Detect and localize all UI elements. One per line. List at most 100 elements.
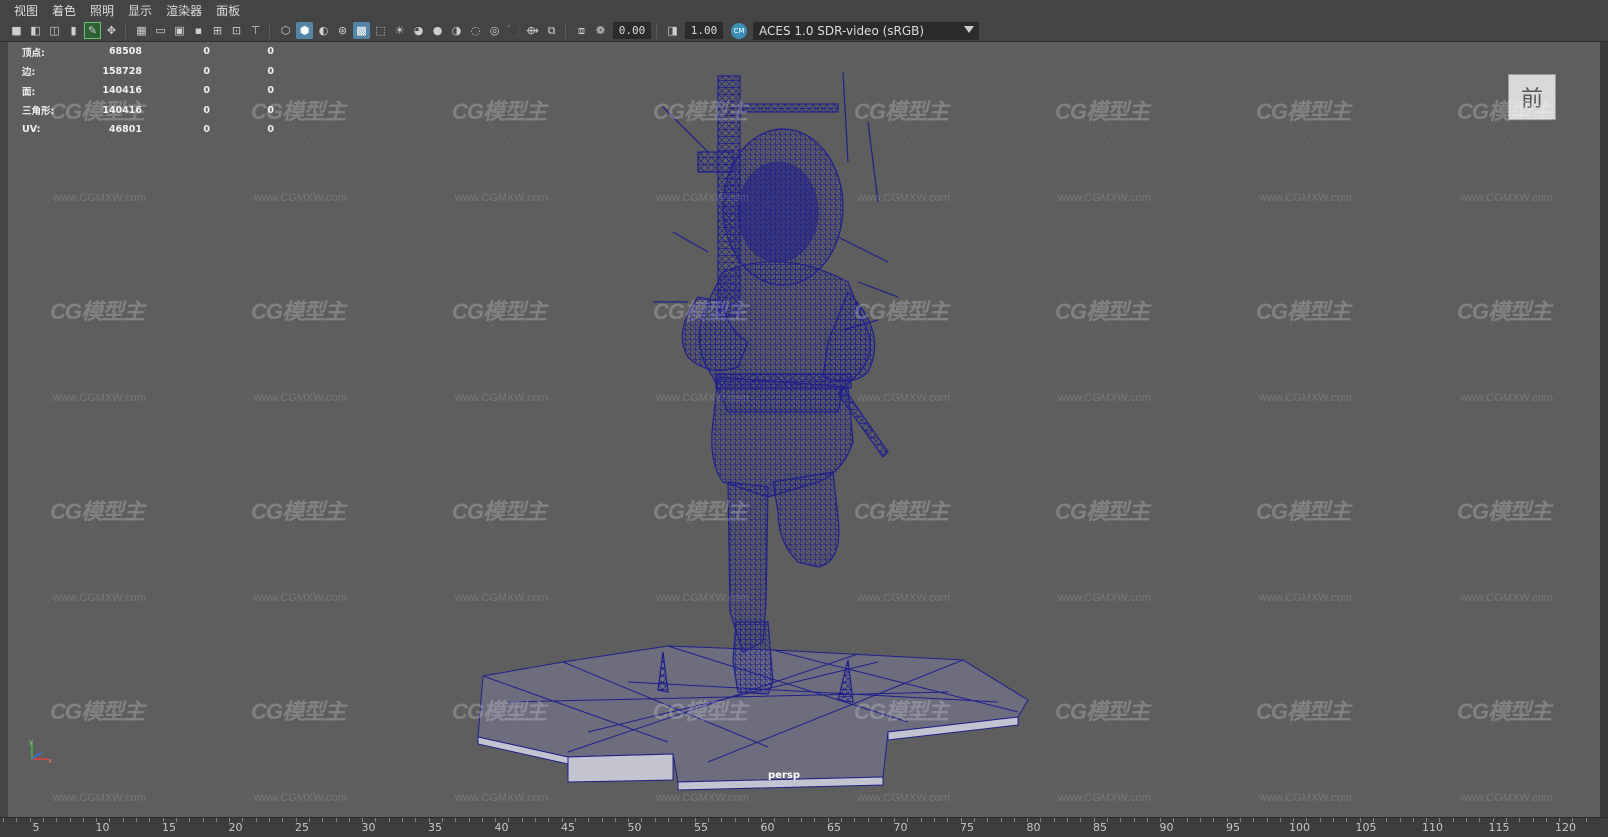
bookmark-icon[interactable]: ◫ xyxy=(46,22,63,39)
backface-icon[interactable]: ⧈ xyxy=(573,22,590,39)
watermark-url: www.CGMXW.com xyxy=(53,192,146,204)
frame-tick xyxy=(801,818,802,822)
watermark-url: www.CGMXW.com xyxy=(1058,192,1151,204)
menu-item-3[interactable]: 显示 xyxy=(128,2,152,19)
frame-tick xyxy=(402,818,403,822)
toolbar-separator xyxy=(565,22,571,39)
watermark-url: www.CGMXW.com xyxy=(1460,592,1553,604)
watermark-url: www.CGMXW.com xyxy=(455,192,548,204)
textured-icon[interactable]: ⬚ xyxy=(372,22,389,39)
watermark-url: www.CGMXW.com xyxy=(455,592,548,604)
watermark-url: www.CGMXW.com xyxy=(254,792,347,804)
image-plane-icon[interactable]: ▮ xyxy=(65,22,82,39)
xray-active-icon[interactable]: ⧉ xyxy=(543,22,560,39)
frame-tick xyxy=(1412,818,1414,822)
xray-icon[interactable]: ▩ xyxy=(353,22,370,39)
frame-tick xyxy=(907,818,909,822)
viewport-persp[interactable]: 顶点: 68508 0 0 边: 158728 0 0 面: 140416 0 0 三角形: 140416… xyxy=(8,42,1600,817)
color-management-icon[interactable]: CM xyxy=(731,22,747,39)
frame-tick xyxy=(175,818,177,822)
frame-tick xyxy=(16,818,18,822)
frame-tick xyxy=(920,818,922,822)
ambient-occlusion-icon[interactable]: ● xyxy=(429,22,446,39)
motion-blur-icon[interactable]: ◑ xyxy=(448,22,465,39)
frame-tick xyxy=(535,818,536,822)
frame-tick xyxy=(1027,818,1029,822)
grid-icon[interactable]: ▦ xyxy=(133,22,150,39)
frame-tick xyxy=(561,818,563,822)
camera-label: persp xyxy=(768,770,800,781)
frame-tick xyxy=(1559,818,1561,822)
watermark-url: www.CGMXW.com xyxy=(1259,792,1352,804)
watermark-logo: CG模型主 xyxy=(1055,499,1150,524)
safe-action-icon[interactable]: ⊡ xyxy=(228,22,245,39)
hud-row: 边: 158728 0 0 xyxy=(22,62,274,82)
safe-title-icon[interactable]: ⊤ xyxy=(247,22,264,39)
hud-value: 158728 xyxy=(102,65,142,77)
grease-pencil-icon[interactable]: ✎ xyxy=(84,22,101,39)
frame-tick xyxy=(348,818,350,822)
gate-mask-icon[interactable]: ▪ xyxy=(190,22,207,39)
frame-tick-label: 5 xyxy=(32,821,40,834)
svg-text:x: x xyxy=(48,757,52,765)
watermark-logo: CG模型主 xyxy=(1457,99,1552,124)
hud-value: 0 xyxy=(203,85,210,97)
menu-item-5[interactable]: 面板 xyxy=(216,2,240,19)
field-chart-icon[interactable]: ⊞ xyxy=(209,22,226,39)
hud-value: 0 xyxy=(203,104,210,116)
film-gate-icon[interactable]: ▭ xyxy=(152,22,169,39)
time-slider[interactable]: 5 10 15 20 25 30 35 40 45 50 55 60 65 70 75 80 85 90 95 100… xyxy=(0,817,1608,837)
gamma-field[interactable]: 1.00 xyxy=(685,22,723,39)
isolate-select-icon[interactable]: ⬛ xyxy=(505,22,522,39)
watermark-url: www.CGMXW.com xyxy=(857,792,950,804)
frame-tick xyxy=(641,818,643,822)
lights-icon[interactable]: ☀ xyxy=(391,22,408,39)
view-transform-select[interactable]: ACES 1.0 SDR-video (sRGB) xyxy=(753,21,979,40)
menu-item-0[interactable]: 视图 xyxy=(14,2,38,19)
gamma-icon[interactable]: ◨ xyxy=(664,22,681,39)
watermark-url: www.CGMXW.com xyxy=(53,392,146,404)
wireframe-icon[interactable]: ⬡ xyxy=(277,22,294,39)
smooth-shade-icon[interactable]: ⬢ xyxy=(296,22,313,39)
frame-tick-label: 105 xyxy=(1355,821,1377,834)
watermark-logo: CG模型主 xyxy=(854,99,949,124)
panel-scrollbar[interactable] xyxy=(1600,42,1608,817)
xray-joints-icon[interactable]: ⟴ xyxy=(524,22,541,39)
exposure-icon[interactable]: ❁ xyxy=(592,22,609,39)
camera-attr-icon[interactable]: ◧ xyxy=(27,22,44,39)
menu-item-1[interactable]: 着色 xyxy=(52,2,76,19)
frame-tick xyxy=(42,818,44,822)
frame-tick-label: 70 xyxy=(893,821,908,834)
frame-tick xyxy=(614,818,616,822)
watermark-url: www.CGMXW.com xyxy=(656,792,749,804)
wireframe-on-shaded-icon[interactable]: ⊛ xyxy=(334,22,351,39)
frame-tick xyxy=(1439,818,1441,822)
watermark-logo: CG模型主 xyxy=(854,299,949,324)
watermark-logo: CG模型主 xyxy=(653,299,748,324)
watermark-url: www.CGMXW.com xyxy=(1058,592,1151,604)
frame-tick xyxy=(1173,818,1175,822)
frame-tick xyxy=(1146,818,1148,822)
menu-item-4[interactable]: 渲染器 xyxy=(166,2,202,19)
frame-tick xyxy=(894,818,896,822)
watermark-url: www.CGMXW.com xyxy=(656,592,749,604)
frame-tick xyxy=(601,818,603,822)
depth-of-field-icon[interactable]: ◎ xyxy=(486,22,503,39)
exposure-field[interactable]: 0.00 xyxy=(613,22,651,39)
shadows-icon[interactable]: ◕ xyxy=(410,22,427,39)
watermark-logo: CG模型主 xyxy=(251,299,346,324)
watermark-logo: CG模型主 xyxy=(452,699,547,724)
2d-pan-icon[interactable]: ✥ xyxy=(103,22,120,39)
frame-tick-label: 45 xyxy=(561,821,575,834)
hud-value: 0 xyxy=(203,124,210,136)
menu-item-2[interactable]: 照明 xyxy=(90,2,114,19)
camera-icon[interactable]: ■ xyxy=(8,22,25,39)
frame-tick xyxy=(840,818,842,822)
panel-menu-bar: 视图 着色 照明 显示 渲染器 面板 xyxy=(0,0,1608,20)
default-material-icon[interactable]: ◐ xyxy=(315,22,332,39)
frame-tick-label: 80 xyxy=(1026,821,1041,834)
frame-tick-label: 95 xyxy=(1226,821,1240,834)
resolution-gate-icon[interactable]: ▣ xyxy=(171,22,188,39)
antialias-icon[interactable]: ◌ xyxy=(467,22,484,39)
frame-tick xyxy=(880,818,882,822)
